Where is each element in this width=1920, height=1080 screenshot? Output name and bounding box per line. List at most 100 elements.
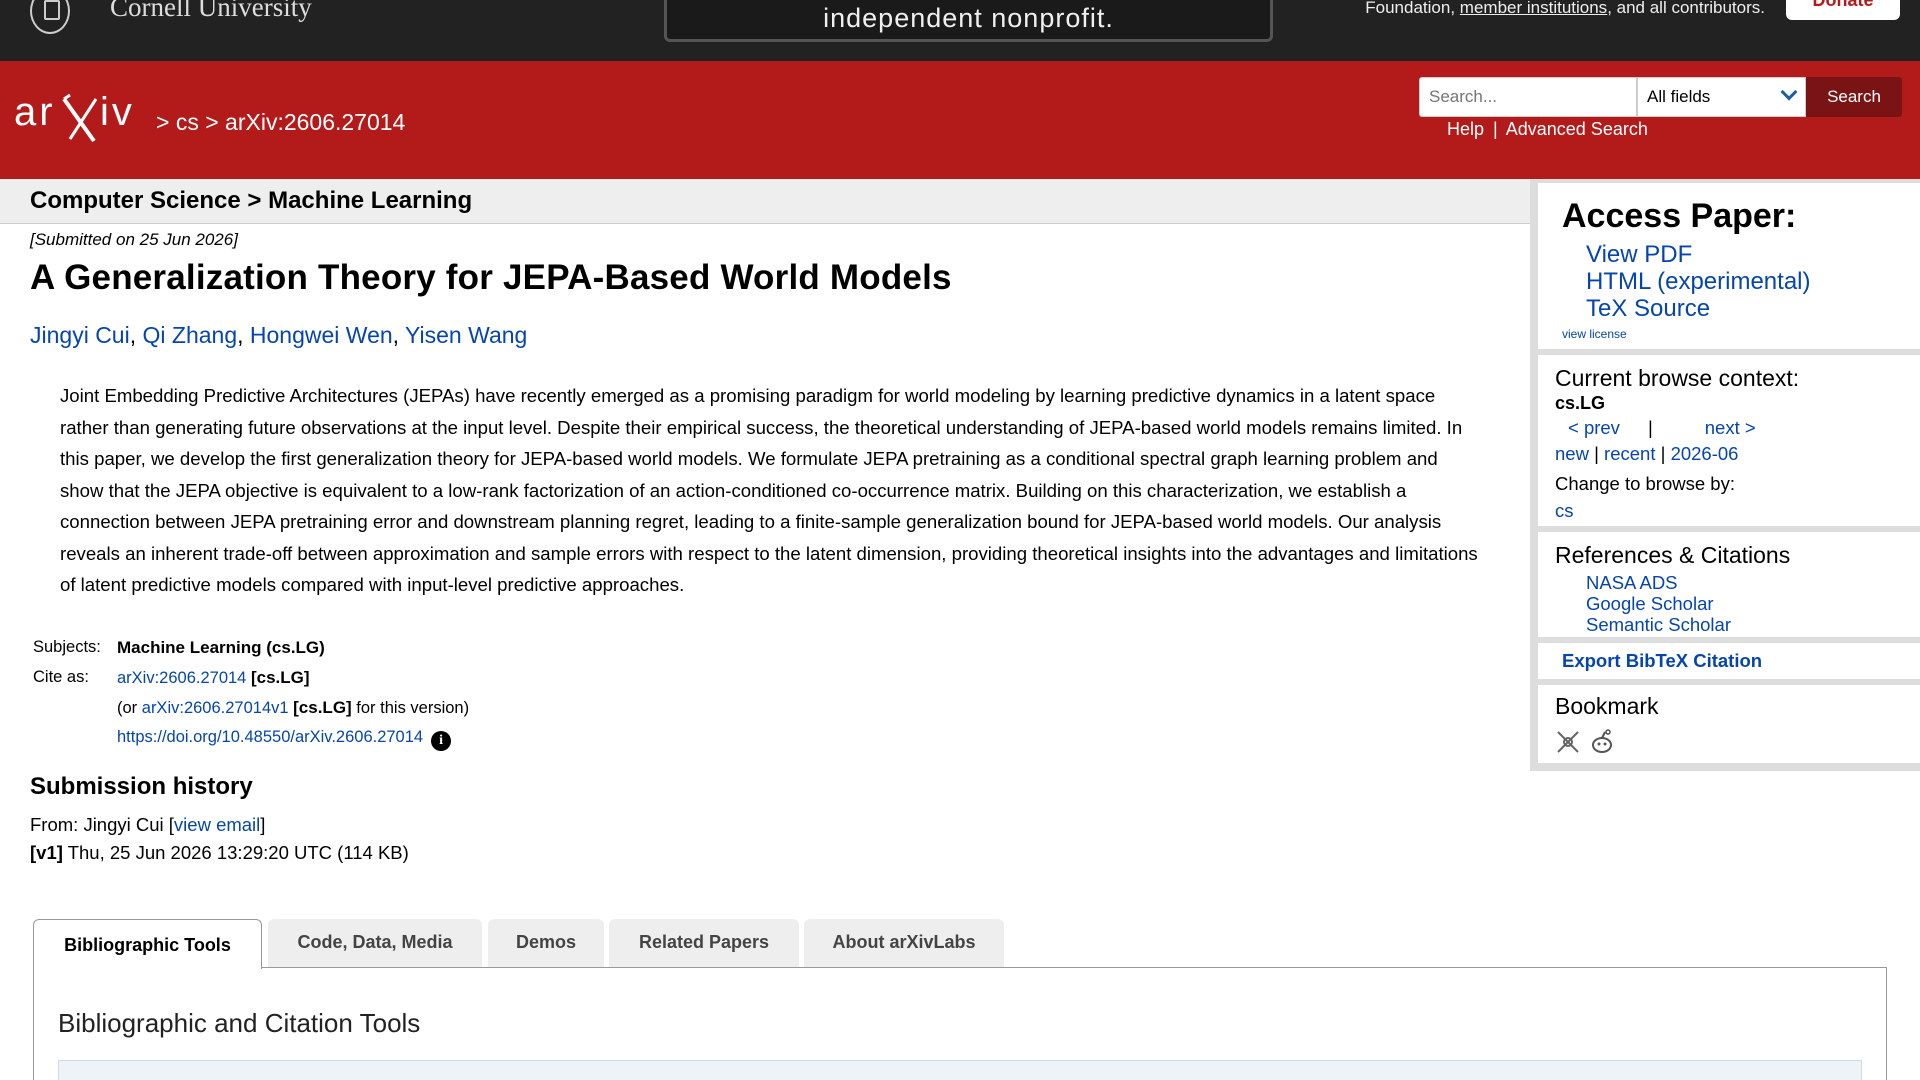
browse-cs-link[interactable]: cs xyxy=(1555,500,1574,522)
subject-separator: > xyxy=(247,187,262,214)
semantic-scholar-link[interactable]: Semantic Scholar xyxy=(1586,614,1731,636)
bibtex-box: Export BibTeX Citation xyxy=(1538,643,1920,679)
google-scholar-link[interactable]: Google Scholar xyxy=(1586,593,1714,615)
subject-main: Computer Science xyxy=(30,187,241,214)
nav-separator: | xyxy=(1647,417,1653,438)
subject-breadcrumb: Computer Science > Machine Learning xyxy=(0,179,1530,224)
arxiv-header: ar iv > cs > arXiv:2606.27014 All fields… xyxy=(0,61,1920,179)
recent-link[interactable]: recent xyxy=(1604,443,1655,464)
tex-source-link[interactable]: TeX Source xyxy=(1586,295,1710,323)
link-separator: | xyxy=(1493,119,1498,139)
cite-or-prefix: (or xyxy=(117,699,138,717)
author-link[interactable]: Hongwei Wen xyxy=(250,322,393,348)
svg-text:iv: iv xyxy=(100,90,135,134)
export-bibtex-link[interactable]: Export BibTeX Citation xyxy=(1562,650,1762,672)
browse-nav: < prev | next > xyxy=(1568,417,1756,439)
cite-version-suffix: for this version) xyxy=(356,699,470,717)
bookmark-icons xyxy=(1555,729,1619,760)
version-v1: [v1] Thu, 25 Jun 2026 13:29:20 UTC (114 … xyxy=(30,842,409,864)
search-field-value: All fields xyxy=(1647,87,1711,106)
tab-bibliographic-tools[interactable]: Bibliographic Tools xyxy=(33,919,262,969)
browse-context-category: cs.LG xyxy=(1555,393,1606,413)
funding-acknowledgement: Foundation, member institutions, and all… xyxy=(1365,0,1765,18)
nonprofit-banner-text: independent nonprofit. xyxy=(823,3,1114,33)
browse-context-title: Current browse context: xyxy=(1555,365,1800,391)
advanced-search-link[interactable]: Advanced Search xyxy=(1506,119,1648,139)
tab-panel: Bibliographic and Citation Tools xyxy=(33,967,1887,1080)
month-link[interactable]: 2026-06 xyxy=(1671,443,1739,464)
submission-from: From: Jingyi Cui [view email] xyxy=(30,814,265,836)
subjects-value: Machine Learning (cs.LG) xyxy=(117,638,325,657)
abstract: Joint Embedding Predictive Architectures… xyxy=(60,385,1478,595)
from-suffix: ] xyxy=(260,814,266,835)
nav-separator: | xyxy=(1594,443,1599,464)
member-institutions-link[interactable]: member institutions xyxy=(1460,0,1607,17)
right-sidebar: Access Paper: View PDF HTML (experimenta… xyxy=(1530,179,1920,771)
references-box: References & Citations NASA ADS Google S… xyxy=(1538,532,1920,637)
panel-content-box xyxy=(58,1060,1862,1080)
bookmark-box: Bookmark xyxy=(1538,685,1920,763)
cite-version-category: [cs.LG] xyxy=(293,698,352,717)
reddit-icon[interactable] xyxy=(1589,729,1615,755)
access-paper-box: Access Paper: View PDF HTML (experimenta… xyxy=(1538,183,1920,349)
from-prefix: From: Jingyi Cui [ xyxy=(30,814,174,835)
chevron-down-icon xyxy=(1780,83,1798,101)
paper-title: A Generalization Theory for JEPA-Based W… xyxy=(30,258,952,297)
change-browse-label: Change to browse by: xyxy=(1555,473,1735,494)
bookmark-title: Bookmark xyxy=(1555,693,1659,719)
tab-code-data-media[interactable]: Code, Data, Media xyxy=(268,919,482,967)
version-details: Thu, 25 Jun 2026 13:29:20 UTC (114 KB) xyxy=(67,842,409,863)
tab-demos[interactable]: Demos xyxy=(488,919,604,967)
submission-date: [Submitted on 25 Jun 2026] xyxy=(30,230,238,249)
cornell-university-name[interactable]: Cornell University xyxy=(110,0,312,23)
html-experimental-link[interactable]: HTML (experimental) xyxy=(1586,268,1811,296)
top-banner: Cornell University independent nonprofit… xyxy=(0,0,1920,61)
browse-context-box: Current browse context: cs.LG < prev | nex… xyxy=(1538,355,1920,526)
author-link[interactable]: Yisen Wang xyxy=(405,322,527,348)
cornell-seal-icon[interactable] xyxy=(30,0,70,34)
funding-prefix: Foundation, xyxy=(1365,0,1456,17)
cite-category: [cs.LG] xyxy=(250,668,310,687)
nasa-ads-link[interactable]: NASA ADS xyxy=(1586,572,1678,594)
search-input[interactable] xyxy=(1419,77,1637,117)
version-tag[interactable]: [v1] xyxy=(30,842,63,863)
author-link[interactable]: Jingyi Cui xyxy=(30,322,130,348)
tab-about-arxivlabs[interactable]: About arXivLabs xyxy=(804,919,1004,967)
nav-separator: | xyxy=(1660,443,1666,464)
nonprofit-banner: independent nonprofit. xyxy=(664,0,1273,42)
breadcrumb-separator: > xyxy=(156,109,170,135)
cite-id-link[interactable]: arXiv:2606.27014 xyxy=(117,669,246,687)
author-link[interactable]: Qi Zhang xyxy=(143,322,238,348)
prev-link[interactable]: < prev xyxy=(1568,417,1620,438)
donate-button[interactable]: Donate xyxy=(1786,0,1900,20)
view-email-link[interactable]: view email xyxy=(174,814,260,835)
breadcrumb-paper-id: arXiv:2606.27014 xyxy=(225,109,406,135)
breadcrumb-separator: > xyxy=(205,109,219,135)
author-list: Jingyi Cui, Qi Zhang, Hongwei Wen, Yisen… xyxy=(30,322,528,348)
tab-related-papers[interactable]: Related Papers xyxy=(609,919,799,967)
header-breadcrumb: > cs > arXiv:2606.27014 xyxy=(156,109,405,136)
subjects-label: Subjects: xyxy=(33,638,101,656)
view-license-link[interactable]: view license xyxy=(1562,327,1627,341)
svg-text:ar: ar xyxy=(14,90,56,134)
funding-suffix: , and all contributors. xyxy=(1607,0,1765,17)
breadcrumb-cs-link[interactable]: cs xyxy=(176,109,199,135)
cite-label: Cite as: xyxy=(33,668,89,686)
search-help-links: Help | Advanced Search xyxy=(1447,119,1648,140)
panel-heading: Bibliographic and Citation Tools xyxy=(58,1008,421,1038)
access-paper-title: Access Paper: xyxy=(1562,197,1797,235)
browse-listing-links: new | recent | 2026-06 xyxy=(1555,443,1738,465)
view-pdf-link[interactable]: View PDF xyxy=(1586,241,1692,269)
arxiv-logo-icon[interactable]: ar iv xyxy=(14,85,150,145)
search-field-select[interactable]: All fields xyxy=(1637,77,1806,117)
doi-link[interactable]: https://doi.org/10.48550/arXiv.2606.2701… xyxy=(117,728,423,746)
references-title: References & Citations xyxy=(1555,542,1791,568)
help-link[interactable]: Help xyxy=(1447,119,1484,139)
new-link[interactable]: new xyxy=(1555,443,1589,464)
search-button[interactable]: Search xyxy=(1806,77,1902,117)
next-link[interactable]: next > xyxy=(1705,417,1756,438)
cite-version-link[interactable]: arXiv:2606.27014v1 xyxy=(142,699,289,717)
info-icon[interactable]: i xyxy=(431,731,452,751)
bibsonomy-icon[interactable] xyxy=(1555,729,1581,755)
submission-history-heading: Submission history xyxy=(30,773,253,800)
